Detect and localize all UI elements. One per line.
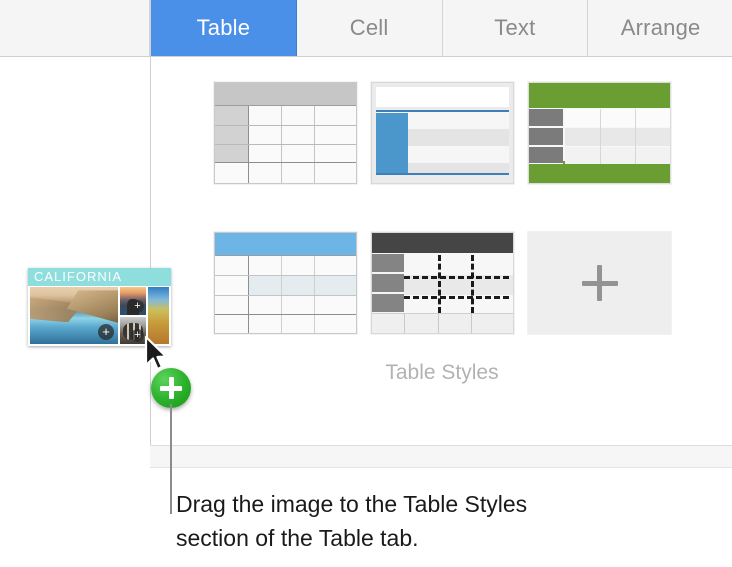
style-gridline-v: [404, 313, 405, 333]
tab-table[interactable]: Table: [151, 0, 297, 56]
style-header-band: [376, 87, 509, 107]
photo-add-badge: +: [131, 329, 144, 342]
left-tab-strip-partial: [0, 0, 150, 57]
callout-leader-line: [170, 404, 172, 514]
style-dashed-gridline-h: [404, 276, 509, 279]
style-header-band: [215, 83, 356, 106]
photo-add-badge: +: [98, 324, 114, 340]
inspector-tabbar: Table Cell Text Arrange: [151, 0, 732, 57]
style-gridline-h: [215, 144, 356, 145]
table-style-green-bands[interactable]: [528, 82, 671, 184]
dragged-image-thumbnail[interactable]: CALIFORNIA + + +: [28, 268, 171, 346]
photo-add-badge: +: [131, 299, 144, 313]
table-styles-label: Table Styles: [385, 361, 499, 384]
panel-footer-band: [150, 446, 732, 468]
style-first-column-cell: [529, 109, 563, 127]
style-header-band: [372, 233, 513, 253]
tab-arrange-label: Arrange: [620, 15, 701, 40]
style-banded-row: [408, 129, 509, 146]
tab-text[interactable]: Text: [442, 0, 589, 56]
big-sur-coast-photo: +: [30, 287, 118, 344]
table-style-dark-dashed[interactable]: [371, 232, 514, 334]
style-header-band: [529, 83, 670, 108]
style-first-column-cell: [529, 147, 563, 164]
table-styles-grid: [214, 82, 671, 334]
lighthouse-photo: +: [120, 287, 146, 315]
table-styles-section: Table Styles: [151, 57, 732, 447]
drag-add-badge: [151, 368, 191, 408]
style-dashed-gridline-v: [471, 255, 474, 313]
tab-table-label: Table: [196, 15, 251, 40]
style-dashed-gridline-h: [404, 296, 509, 299]
barrels-photo: +: [120, 316, 146, 344]
style-rule-top: [376, 110, 509, 112]
style-gridline-v: [471, 313, 472, 333]
style-footer-band: [529, 161, 670, 183]
style-gridline-h: [215, 314, 356, 315]
style-banded-row: [249, 276, 356, 295]
style-dashed-gridline-v: [438, 255, 441, 313]
tab-cell-label: Cell: [349, 15, 389, 40]
style-gridline-h: [215, 125, 356, 126]
table-style-blue-band[interactable]: [371, 82, 514, 184]
style-gridline-v: [635, 109, 636, 164]
california-banner-label: CALIFORNIA: [28, 268, 171, 286]
format-inspector-panel: Table Cell Text Arrange Table Styles: [150, 0, 732, 447]
style-header-band: [215, 233, 356, 256]
style-rule-bottom: [376, 173, 509, 175]
style-row: [565, 128, 670, 146]
style-first-column-cell: [372, 254, 404, 273]
table-style-gray-header[interactable]: [214, 82, 357, 184]
photo-column: + +: [120, 287, 146, 344]
style-gridline-h: [215, 295, 356, 296]
style-first-column-cell: [529, 128, 563, 146]
style-row: [565, 147, 670, 164]
callout-caption: Drag the image to the Table Styles secti…: [176, 491, 528, 551]
style-gridline-v: [600, 109, 601, 164]
style-first-column: [215, 106, 248, 162]
table-style-add-new[interactable]: [528, 232, 671, 334]
plus-icon: [597, 265, 602, 301]
tab-cell[interactable]: Cell: [296, 0, 443, 56]
table-style-blue-header[interactable]: [214, 232, 357, 334]
style-gridline-v: [438, 313, 439, 333]
style-gridline-h: [215, 162, 356, 163]
style-first-column-cell: [372, 294, 404, 313]
tab-arrange[interactable]: Arrange: [588, 0, 732, 56]
style-footer-row: [372, 313, 513, 333]
style-first-column: [376, 113, 408, 173]
tab-text-label: Text: [494, 15, 536, 40]
style-first-column-cell: [372, 274, 404, 293]
style-gridline-h: [215, 275, 356, 276]
plus-icon: [168, 377, 174, 399]
style-row: [565, 109, 670, 127]
screenshot-root: Table Cell Text Arrange Table Styles CAL…: [0, 0, 732, 567]
